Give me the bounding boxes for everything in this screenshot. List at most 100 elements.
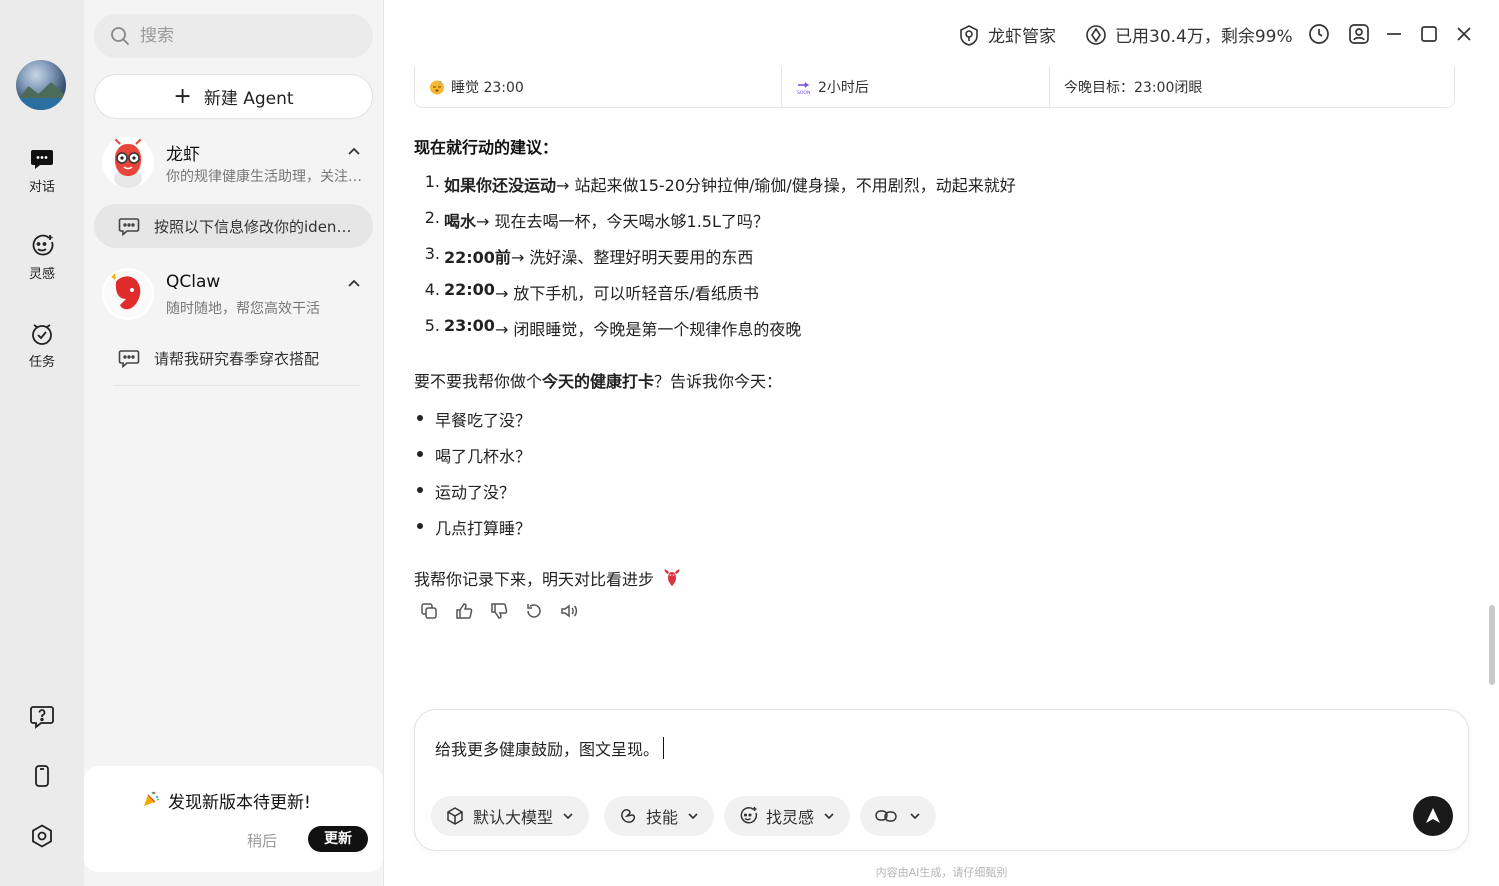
chevron-up-icon[interactable] — [346, 276, 362, 292]
schedule-table-row: z 睡觉 23:00 SOON 2小时后 今晚目标：23:00闭眼 — [414, 66, 1455, 108]
skills-label: 技能 — [646, 808, 679, 827]
chevron-down-icon — [688, 813, 698, 820]
profile-icon[interactable] — [1348, 23, 1370, 45]
settings-icon[interactable] — [29, 823, 55, 849]
scrollbar-thumb[interactable] — [1489, 605, 1495, 685]
agent-qclaw[interactable]: QClaw 随时随地，帮您高效干活 — [102, 268, 372, 324]
regenerate-icon[interactable] — [525, 602, 543, 620]
conversation-title: 按照以下信息修改你的identity设定 — [154, 217, 354, 236]
left-rail: 对话 灵感 任务 — [0, 0, 84, 886]
soon-arrow-icon: SOON — [797, 81, 810, 95]
agent-name: 龙虾 — [166, 145, 200, 165]
message-input[interactable]: 给我更多健康鼓励，图文呈现。 — [435, 736, 665, 760]
user-avatar[interactable] — [16, 60, 66, 110]
chevron-down-icon — [824, 813, 834, 820]
advice-steps: 1. 如果你还没运动 → 站起来做15-20分钟拉伸/瑜伽/健身操，不用剧烈，动起… — [414, 172, 1016, 352]
speaker-icon[interactable] — [560, 602, 578, 620]
shield-icon — [960, 24, 978, 46]
skills-selector[interactable]: 技能 — [604, 796, 715, 836]
update-button[interactable]: 更新 — [308, 826, 368, 852]
conversation-title: 请帮我研究春季穿衣搭配 — [154, 349, 320, 368]
message-actions — [420, 602, 595, 620]
divider — [114, 385, 359, 386]
later-button[interactable]: 稍后 — [247, 830, 277, 851]
usage-indicator[interactable]: 已用30.4万，剩余99% — [1085, 22, 1293, 47]
top-bar: 龙虾管家 已用30.4万，剩余99% — [384, 0, 1499, 66]
send-arrow-icon — [1426, 808, 1440, 823]
inspiration-selector[interactable]: 找灵感 — [724, 796, 851, 836]
help-icon[interactable] — [29, 703, 55, 729]
rail-label-chat: 对话 — [28, 180, 55, 195]
qclaw-avatar — [102, 268, 154, 320]
history-icon[interactable] — [1308, 23, 1330, 45]
list-item: 早餐吃了没？ — [414, 407, 531, 443]
conversation-item-identity[interactable]: 按照以下信息修改你的identity设定 — [94, 204, 373, 248]
maximize-icon[interactable] — [1418, 23, 1440, 45]
rail-label-inspiration: 灵感 — [28, 267, 55, 282]
new-agent-button[interactable]: + 新建 Agent — [94, 74, 373, 119]
copy-icon[interactable] — [420, 602, 438, 620]
list-item: 运动了没？ — [414, 479, 531, 515]
search-box[interactable] — [94, 14, 373, 58]
update-card: 发现新版本待更新! 稍后 更新 — [84, 766, 383, 872]
thumbs-up-icon[interactable] — [455, 602, 473, 620]
conversation-item-spring-outfit[interactable]: 请帮我研究春季穿衣搭配 — [94, 336, 373, 380]
thumbs-down-icon[interactable] — [490, 602, 508, 620]
chevron-up-icon[interactable] — [346, 144, 362, 160]
usage-label: 已用30.4万，剩余99% — [1115, 27, 1293, 47]
agent-desc: 你的规律健康生活助理，关注作息与健康习惯 — [166, 169, 366, 185]
send-button[interactable] — [1413, 796, 1453, 836]
phone-icon[interactable] — [29, 763, 55, 789]
ai-disclaimer: 内容由AI生成，请仔细甄别 — [875, 866, 1008, 879]
search-input[interactable] — [140, 26, 360, 46]
checkin-questions: 早餐吃了没？ 喝了几杯水？ 运动了没？ 几点打算睡？ — [414, 407, 531, 551]
manager-label: 龙虾管家 — [988, 27, 1056, 47]
task-icon — [32, 324, 52, 345]
sleeping-face-icon: z — [430, 80, 444, 94]
chat-icon — [31, 150, 53, 169]
plus-icon: + — [173, 83, 192, 109]
attachment-selector[interactable] — [860, 796, 936, 836]
inspiration-icon — [32, 234, 54, 256]
record-message: 我帮你记录下来，明天对比看进步 — [414, 566, 682, 590]
new-agent-label: 新建 Agent — [203, 89, 294, 109]
list-item: 喝了几杯水？ — [414, 443, 531, 479]
list-item: 3. 22:00前 → 洗好澡、整理好明天要用的东西 — [424, 244, 754, 267]
checkin-prompt: 要不要我帮你做个今天的健康打卡？告诉我你今天： — [414, 372, 783, 391]
list-item: 5. 23:00 → 闭眼睡觉，今晚是第一个规律作息的夜晚 — [424, 316, 802, 339]
rail-item-chat[interactable]: 对话 — [0, 146, 84, 195]
chat-content: z 睡觉 23:00 SOON 2小时后 今晚目标：23:00闭眼 现在就行动的… — [384, 66, 1484, 706]
rail-item-inspiration[interactable]: 灵感 — [0, 233, 84, 282]
lobster-avatar — [102, 136, 154, 188]
inspiration-icon — [740, 807, 758, 824]
party-popper-icon — [144, 791, 160, 806]
token-icon — [1086, 24, 1106, 45]
list-item: 2. 喝水 → 现在去喝一杯，今天喝水够1.5L了吗？ — [424, 208, 769, 231]
skills-icon — [621, 809, 636, 823]
message-composer[interactable]: 给我更多健康鼓励，图文呈现。 默认大模型 技能 找灵感 — [414, 709, 1469, 851]
update-title: 发现新版本待更新! — [168, 793, 311, 813]
model-selector[interactable]: 默认大模型 — [431, 796, 590, 836]
agent-longxia[interactable]: 龙虾 你的规律健康生活助理，关注作息与健康习惯 — [102, 136, 372, 192]
text-caret — [663, 737, 665, 759]
message-icon — [118, 350, 140, 369]
table-cell: 今晚目标：23:00闭眼 — [1064, 79, 1203, 96]
svg-text:SOON: SOON — [797, 90, 810, 95]
svg-text:z: z — [439, 80, 442, 86]
chevron-down-icon — [910, 813, 920, 820]
chevron-down-icon — [563, 813, 573, 820]
advice-heading: 现在就行动的建议： — [414, 138, 559, 157]
list-item: 几点打算睡？ — [414, 515, 531, 551]
rail-item-task[interactable]: 任务 — [0, 321, 84, 370]
manager-button[interactable]: 龙虾管家 — [958, 22, 1056, 47]
list-item: 4. 22:00 → 放下手机，可以听轻音乐/看纸质书 — [424, 280, 759, 303]
rail-label-task: 任务 — [28, 355, 55, 370]
sidebar: + 新建 Agent 龙虾 你的规律健康生活助理，关注作息与健康习惯 按照以下信… — [84, 0, 384, 886]
cube-icon — [447, 807, 463, 825]
minimize-icon[interactable] — [1383, 23, 1405, 45]
list-item: 1. 如果你还没运动 → 站起来做15-20分钟拉伸/瑜伽/健身操，不用剧烈，动起… — [424, 172, 1016, 195]
agent-name: QClaw — [166, 272, 221, 292]
table-cell: z 睡觉 23:00 — [415, 66, 782, 107]
close-icon[interactable] — [1453, 23, 1475, 45]
search-icon — [111, 27, 130, 46]
